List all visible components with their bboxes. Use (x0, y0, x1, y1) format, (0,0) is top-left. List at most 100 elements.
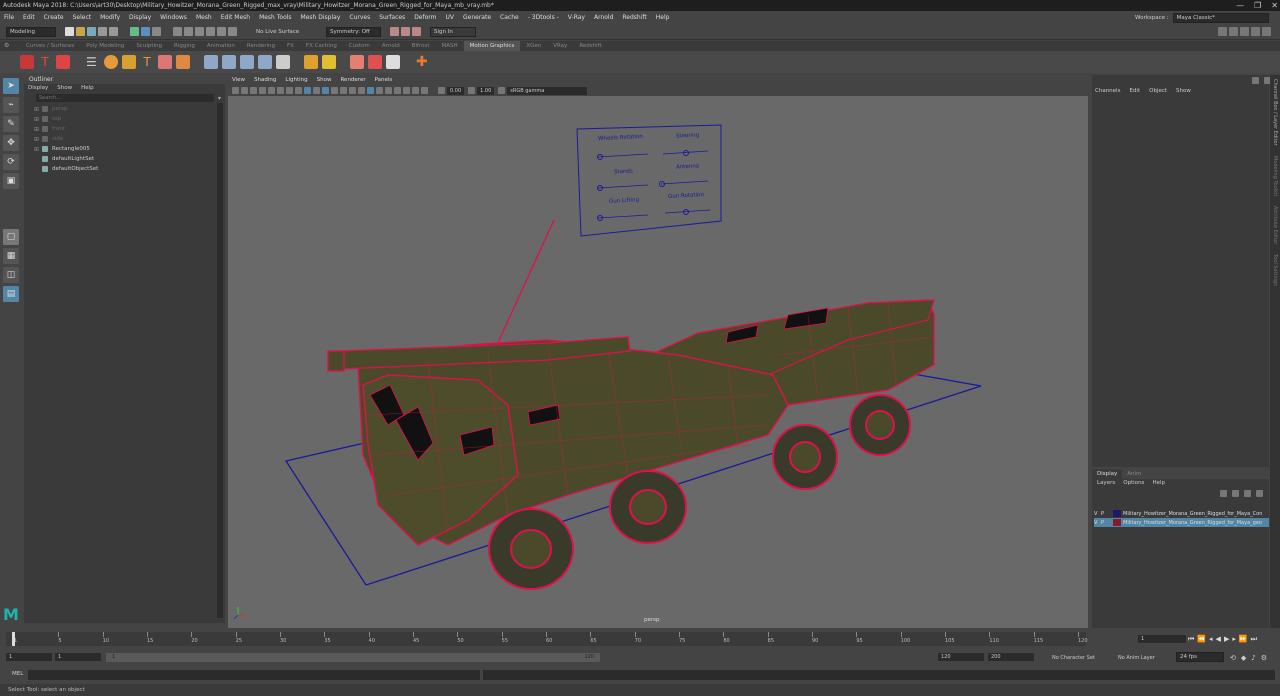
new-layer-selected-icon[interactable] (1256, 490, 1263, 497)
shadows-icon[interactable] (349, 87, 356, 94)
mograph-clone-icon[interactable] (322, 55, 336, 69)
outliner-item[interactable]: ⊞ top (24, 114, 225, 124)
single-view-icon[interactable]: ▢ (3, 229, 19, 245)
menu-display[interactable]: Display (129, 14, 151, 21)
channels-menu[interactable]: Channels (1095, 88, 1120, 94)
outliner-layout-icon[interactable]: ▤ (3, 286, 19, 302)
film-gate-icon[interactable] (277, 87, 284, 94)
playback-start-field[interactable]: 1 (55, 653, 101, 661)
shelf-tab-curves-surfaces[interactable]: Curves / Surfaces (20, 41, 80, 51)
shelf-tab-arnold[interactable]: Arnold (376, 41, 406, 51)
sound-icon[interactable]: ♪ (1251, 654, 1255, 662)
color-management-icon[interactable] (498, 87, 506, 94)
viewport-persp[interactable]: Wheels Rotation Steering Stands Antenna … (228, 75, 1088, 628)
object-menu[interactable]: Object (1149, 88, 1167, 94)
camera-icon[interactable] (232, 87, 239, 94)
redo-icon[interactable] (109, 27, 118, 36)
two-view-icon[interactable]: ◫ (3, 267, 19, 283)
layer-visibility-toggle[interactable]: V (1094, 511, 1101, 517)
deform-flare-icon[interactable] (276, 55, 290, 69)
step-back-key-icon[interactable]: ⏪ (1197, 635, 1206, 644)
outliner-menu-display[interactable]: Display (28, 84, 48, 93)
mel-label[interactable]: MEL (12, 671, 23, 677)
resolution-gate-icon[interactable] (286, 87, 293, 94)
hierarchy-mode-icon[interactable] (130, 27, 139, 36)
wireframe-on-shaded-icon[interactable] (322, 87, 329, 94)
menuset-dropdown[interactable]: Modeling (6, 26, 56, 37)
xray-icon[interactable] (376, 87, 383, 94)
keyed-icon[interactable] (1252, 77, 1259, 84)
attribute-editor-icon[interactable] (1240, 27, 1249, 36)
exposure-icon[interactable] (438, 87, 445, 94)
end-time-field[interactable]: 200 (988, 653, 1034, 661)
playback-end-field[interactable]: 120 (938, 653, 984, 661)
undo-icon[interactable] (98, 27, 107, 36)
mograph-spiral-icon[interactable] (122, 55, 136, 69)
side-tab-tool-settings[interactable]: Tool Settings (1272, 254, 1278, 286)
auto-key-icon[interactable]: ◆ (1241, 654, 1246, 662)
gamma-field[interactable]: 1.00 (477, 86, 495, 95)
menu-deform[interactable]: Deform (414, 14, 436, 21)
smooth-shade-icon[interactable] (313, 87, 320, 94)
layer-tab-display[interactable]: Display (1092, 469, 1123, 479)
outliner-menu-show[interactable]: Show (57, 84, 72, 93)
backface-icon[interactable] (394, 87, 401, 94)
grid-toggle-icon[interactable] (268, 87, 275, 94)
move-layer-down-icon[interactable] (1232, 490, 1239, 497)
modeling-toolkit-icon[interactable] (1229, 27, 1238, 36)
viewport-menu-renderer[interactable]: Renderer (340, 77, 365, 83)
time-slider[interactable]: 1 5 10 15 20 25 30 35 40 45 50 55 60 65 70 75 80 85 90 95 10… (0, 629, 1280, 649)
viewport-menu-show[interactable]: Show (317, 77, 332, 83)
shelf-tab-motion-graphics[interactable]: Motion Graphics (463, 41, 521, 51)
fx-jellyfish-icon[interactable] (350, 55, 364, 69)
expand-icon[interactable]: ⊞ (34, 106, 42, 113)
render-settings-icon[interactable] (412, 27, 421, 36)
outliner-item[interactable]: defaultObjectSet (24, 164, 225, 174)
menu-redshift[interactable]: Redshift (622, 14, 646, 21)
gamma-icon[interactable] (468, 87, 476, 94)
object-mode-icon[interactable] (141, 27, 150, 36)
step-forward-frame-icon[interactable]: ▸ (1232, 635, 1236, 644)
mash-network-icon[interactable] (20, 55, 34, 69)
outliner-item[interactable]: ⊞ persp (24, 104, 225, 114)
side-tab-modeling-toolkit[interactable]: Modeling Toolkit (1272, 156, 1278, 196)
fx-star-icon[interactable] (386, 55, 400, 69)
menu-mesh-display[interactable]: Mesh Display (301, 14, 341, 21)
deform-bend-icon[interactable] (204, 55, 218, 69)
xray-joints-icon[interactable] (385, 87, 392, 94)
expand-icon[interactable]: ⊞ (34, 136, 42, 143)
new-empty-layer-icon[interactable] (1244, 490, 1251, 497)
mograph-box-icon[interactable] (176, 55, 190, 69)
menu-help[interactable]: Help (656, 14, 670, 21)
live-surface-field[interactable]: No Live Surface (256, 29, 316, 35)
minimize-button[interactable]: — (1236, 0, 1244, 11)
fps-dropdown[interactable]: 24 fps (1176, 652, 1224, 662)
menu-v-ray[interactable]: V-Ray (568, 14, 585, 21)
new-scene-icon[interactable] (65, 27, 74, 36)
layer-playback-toggle[interactable]: P (1101, 511, 1113, 517)
anim-layer-dropdown[interactable]: No Anim Layer (1118, 655, 1155, 661)
menu-edit-mesh[interactable]: Edit Mesh (221, 14, 250, 21)
motion-blur-icon[interactable] (403, 87, 410, 94)
viewport-menu-lighting[interactable]: Lighting (285, 77, 307, 83)
expand-icon[interactable]: ⊞ (34, 126, 42, 133)
menu-surfaces[interactable]: Surfaces (379, 14, 405, 21)
outliner-item[interactable]: defaultLightSet (24, 154, 225, 164)
search-options-icon[interactable]: ▾ (218, 95, 221, 102)
expand-icon[interactable]: ⊞ (34, 146, 42, 153)
menu-windows[interactable]: Windows (160, 14, 187, 21)
outliner-menu-help[interactable]: Help (81, 84, 94, 93)
ambient-occlusion-icon[interactable] (358, 87, 365, 94)
deform-twist-icon[interactable] (222, 55, 236, 69)
anim-prefs-icon[interactable]: ⚙ (1261, 654, 1267, 662)
shelf-tab-poly-modeling[interactable]: Poly Modeling (80, 41, 130, 51)
menu-uv[interactable]: UV (446, 14, 455, 21)
layer-tab-anim[interactable]: Anim (1122, 469, 1146, 479)
four-view-icon[interactable]: ▦ (3, 248, 19, 264)
menu-select[interactable]: Select (73, 14, 92, 21)
side-tab-channelbox[interactable]: Channel Box / Layer Editor (1272, 79, 1278, 146)
exposure-field[interactable]: 0.00 (447, 86, 465, 95)
layout-icon[interactable] (1218, 27, 1227, 36)
menu-curves[interactable]: Curves (349, 14, 370, 21)
rotate-tool-icon[interactable]: ⟳ (3, 154, 19, 170)
